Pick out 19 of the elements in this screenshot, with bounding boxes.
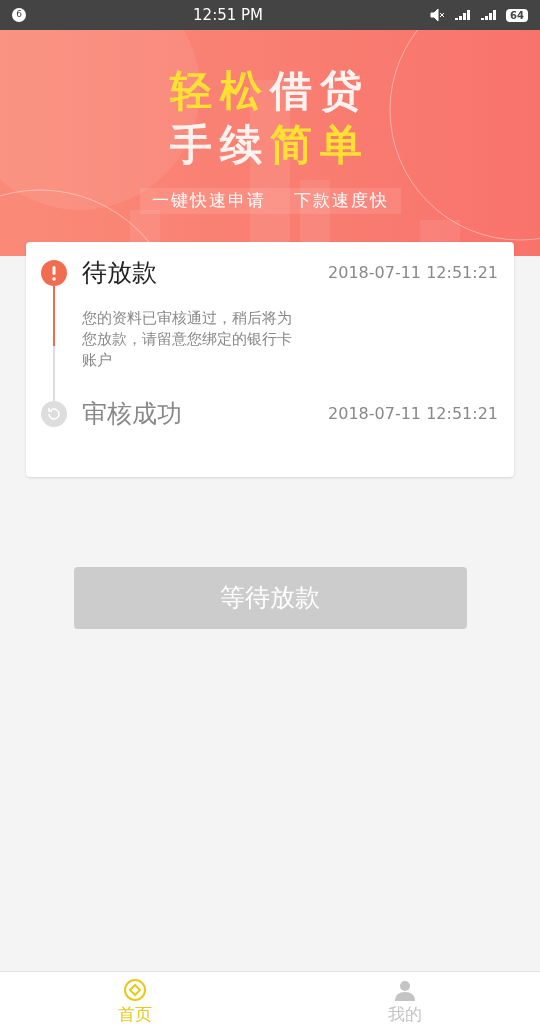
person-icon [393,978,417,1002]
signal-icon [454,9,473,21]
coin-icon [123,978,147,1002]
nav-tab[interactable]: 首页 [0,972,270,1030]
signal-icon [480,9,499,21]
step-description: 您的资料已审核通过，稍后将为您放款，请留意您绑定的银行卡账户 [82,308,293,371]
step-title: 待放款 [82,257,157,290]
notification-count: 6 [12,8,26,22]
banner-title: 手续简单 [170,119,370,171]
clock-time: 12:51 PM [193,4,264,26]
step-time: 2018-07-11 12:51:21 [328,403,498,425]
battery-indicator: 64 [506,8,528,22]
step-title: 审核成功 [82,398,182,431]
step-time: 2018-07-11 12:51:21 [328,262,498,284]
banner-slogan: 一键快速申请 [151,189,266,212]
banner-slogan: 下款速度快 [293,189,389,212]
mute-icon [430,8,447,22]
banner-title: 轻松借贷 [170,65,370,117]
nav-tab[interactable]: 我的 [270,972,540,1030]
